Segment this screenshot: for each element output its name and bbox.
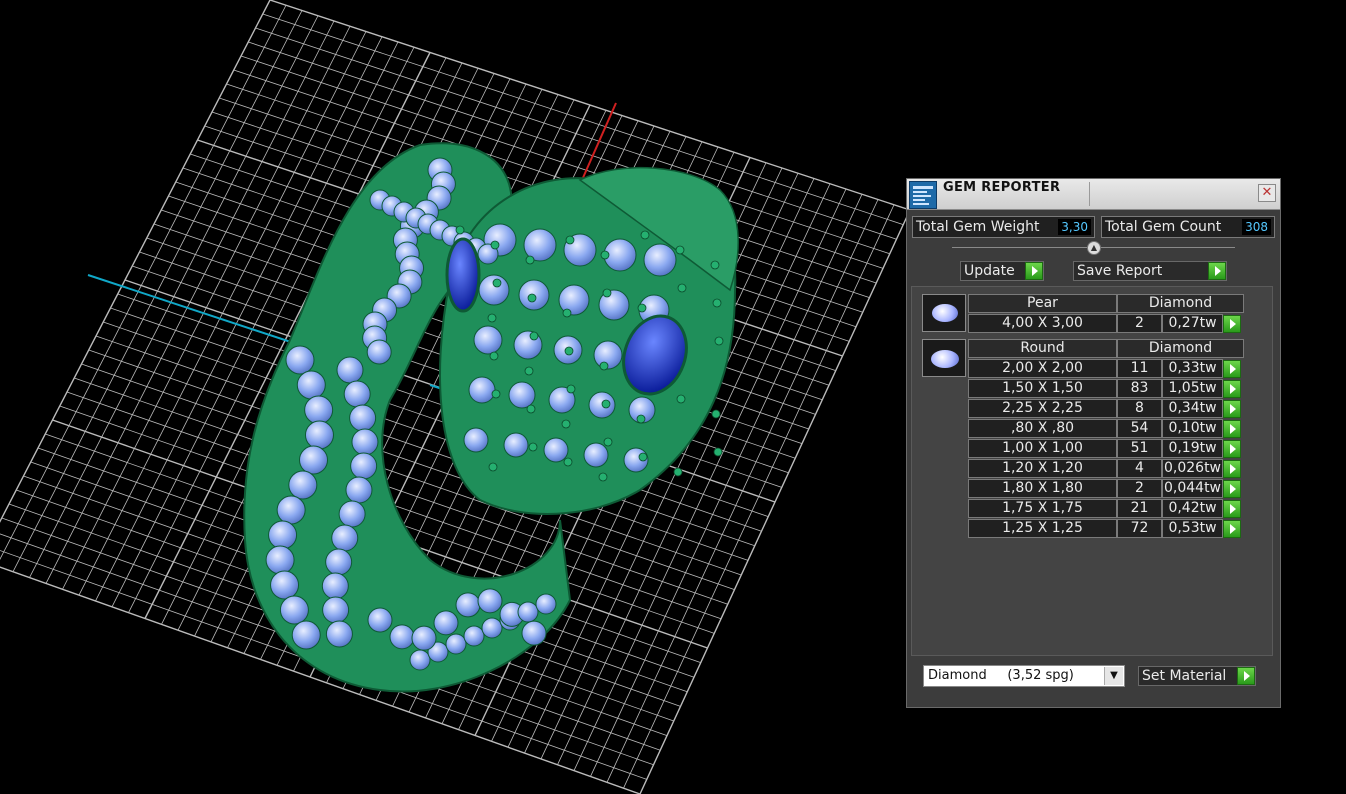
ring-model xyxy=(243,142,739,693)
gem-size: 2,00 X 2,00 xyxy=(968,359,1117,378)
set-material-button[interactable]: Set Material xyxy=(1138,666,1256,686)
update-button[interactable]: Update xyxy=(960,261,1044,281)
gem-count: 4 xyxy=(1117,459,1162,478)
save-report-arrow-icon[interactable] xyxy=(1208,262,1226,280)
gem-weight: 0,33tw xyxy=(1162,359,1223,378)
update-button-label: Update xyxy=(964,263,1015,279)
select-gems-arrow-icon[interactable] xyxy=(1223,480,1241,498)
gem-size: 1,50 X 1,50 xyxy=(968,379,1117,398)
gem-weight: 0,27tw xyxy=(1162,314,1223,333)
gem-size: 1,20 X 1,20 xyxy=(968,459,1117,478)
gem-weight: 0,026tw xyxy=(1162,459,1223,478)
gem-weight: 0,19tw xyxy=(1162,439,1223,458)
gem-weight: 0,53tw xyxy=(1162,519,1223,538)
gem-size: ,80 X ,80 xyxy=(968,419,1117,438)
gem-size: 1,80 X 1,80 xyxy=(968,479,1117,498)
gem-size: 2,25 X 2,25 xyxy=(968,399,1117,418)
update-arrow-icon[interactable] xyxy=(1025,262,1043,280)
select-gems-arrow-icon[interactable] xyxy=(1223,380,1241,398)
x-axis xyxy=(87,274,301,346)
title-bar[interactable]: GEM REPORTER ✕ xyxy=(907,179,1280,210)
gem-count: 72 xyxy=(1117,519,1162,538)
pear-gem-icon[interactable] xyxy=(922,294,966,332)
gem-count: 11 xyxy=(1117,359,1162,378)
panel-title: GEM REPORTER xyxy=(943,180,1061,195)
total-gem-weight-value: 3,30 xyxy=(1058,219,1091,235)
total-gem-weight-box: Total Gem Weight 3,30 xyxy=(912,216,1095,238)
title-divider xyxy=(1089,182,1090,206)
gem-count: 8 xyxy=(1117,399,1162,418)
gem-weight: 0,044tw xyxy=(1162,479,1223,498)
gem-list[interactable]: Pear Diamond 4,00 X 3,00 2 0,27tw Round … xyxy=(911,286,1273,656)
chevron-down-icon[interactable]: ▼ xyxy=(1104,667,1123,685)
gem-size: 1,75 X 1,75 xyxy=(968,499,1117,518)
close-icon[interactable]: ✕ xyxy=(1258,184,1276,202)
round-gem-icon[interactable] xyxy=(922,339,966,377)
gem-count: 21 xyxy=(1117,499,1162,518)
select-gems-arrow-icon[interactable] xyxy=(1223,520,1241,538)
set-material-button-label: Set Material xyxy=(1142,668,1227,684)
gem-size: 4,00 X 3,00 xyxy=(968,314,1117,333)
total-gem-count-box: Total Gem Count 308 xyxy=(1101,216,1275,238)
gem-weight: 0,10tw xyxy=(1162,419,1223,438)
gem-weight: 0,42tw xyxy=(1162,499,1223,518)
gem-weight: 1,05tw xyxy=(1162,379,1223,398)
group-shape-header: Pear xyxy=(968,294,1117,313)
slider-handle[interactable]: ▲ xyxy=(1087,241,1101,255)
save-report-button[interactable]: Save Report xyxy=(1073,261,1227,281)
total-gem-weight-label: Total Gem Weight xyxy=(916,219,1040,235)
gem-weight: 0,34tw xyxy=(1162,399,1223,418)
select-gems-arrow-icon[interactable] xyxy=(1223,400,1241,418)
gem-count: 54 xyxy=(1117,419,1162,438)
gem-count: 2 xyxy=(1117,314,1162,333)
gem-count: 2 xyxy=(1117,479,1162,498)
group-shape-header: Round xyxy=(968,339,1117,358)
gem-size: 1,25 X 1,25 xyxy=(968,519,1117,538)
group-material-header: Diamond xyxy=(1117,339,1244,358)
gem-count: 51 xyxy=(1117,439,1162,458)
material-select[interactable]: Diamond (3,52 spg) ▼ xyxy=(923,665,1125,687)
select-gems-arrow-icon[interactable] xyxy=(1223,440,1241,458)
select-gems-arrow-icon[interactable] xyxy=(1223,460,1241,478)
gem-count: 83 xyxy=(1117,379,1162,398)
group-material-header: Diamond xyxy=(1117,294,1244,313)
gem-size: 1,00 X 1,00 xyxy=(968,439,1117,458)
set-material-arrow-icon[interactable] xyxy=(1237,667,1255,685)
z-axis xyxy=(581,102,617,181)
select-gems-arrow-icon[interactable] xyxy=(1223,315,1241,333)
select-gems-arrow-icon[interactable] xyxy=(1223,420,1241,438)
material-select-value: Diamond (3,52 spg) xyxy=(928,668,1074,683)
gem-reporter-panel: GEM REPORTER ✕ Total Gem Weight 3,30 Tot… xyxy=(906,178,1281,708)
total-gem-count-value: 308 xyxy=(1242,219,1271,235)
total-gem-count-label: Total Gem Count xyxy=(1105,219,1222,235)
select-gems-arrow-icon[interactable] xyxy=(1223,360,1241,378)
save-report-button-label: Save Report xyxy=(1077,263,1163,279)
gem-reporter-app-icon xyxy=(909,181,937,209)
select-gems-arrow-icon[interactable] xyxy=(1223,500,1241,518)
